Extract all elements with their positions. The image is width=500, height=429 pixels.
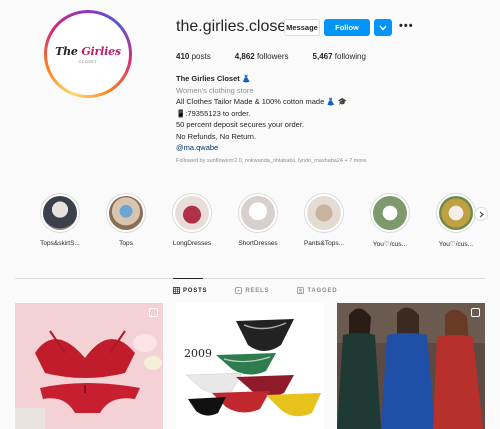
profile-avatar[interactable]: The Girlies CLOSET <box>44 10 132 98</box>
avatar-inner: The Girlies CLOSET <box>47 13 129 95</box>
bio-line1-row: All Clothes Tailor Made & 100% cotton ma… <box>176 96 366 108</box>
graduation-cap-icon: 🎓 <box>337 97 348 106</box>
post-thumbnail[interactable] <box>337 303 485 429</box>
highlight-item[interactable]: You♡/cus... <box>358 193 422 248</box>
dress-icon: 👗 <box>241 74 252 83</box>
highlight-thumbnail <box>175 196 209 230</box>
highlight-thumbnail <box>307 196 341 230</box>
posts-stat[interactable]: 410 posts <box>176 52 211 61</box>
highlight-label: You♡/cus... <box>372 241 408 248</box>
highlight-thumbnail <box>373 196 407 230</box>
tag-icon <box>297 287 305 294</box>
tab-label: TAGGED <box>307 287 338 294</box>
tab-posts[interactable]: POSTS <box>173 287 207 294</box>
grid-icon <box>173 287 180 294</box>
highlight-item[interactable]: Pants&Tops... <box>292 193 356 248</box>
highlights-next-button[interactable] <box>474 207 488 221</box>
highlight-item[interactable]: Tops&skirtS... <box>28 193 92 248</box>
profile-stats: 410 posts 4,862 followers 5,467 followin… <box>176 52 390 61</box>
highlight-item[interactable]: Tops <box>94 193 158 248</box>
reels-icon <box>235 287 243 294</box>
followed-by[interactable]: Followed by sunflowerrr2.0, nokwanda_nhl… <box>176 157 366 165</box>
post-image <box>15 303 163 429</box>
highlight-label: You♡/cus... <box>438 241 474 248</box>
highlight-ring <box>106 193 146 233</box>
tab-label: REELS <box>245 287 270 294</box>
highlight-ring <box>304 193 344 233</box>
highlight-label: LongDresses <box>172 240 212 247</box>
multi-post-icon <box>310 308 319 317</box>
post-thumbnail[interactable]: 2009 <box>176 303 324 429</box>
message-button[interactable]: Message <box>284 19 320 36</box>
tab-tagged[interactable]: TAGGED <box>297 287 337 294</box>
post-overlay-text: 2009 <box>184 347 212 360</box>
bio-line4: No Refunds, No Return. <box>176 131 257 141</box>
chevron-down-icon <box>379 25 387 31</box>
highlight-ring <box>436 193 476 233</box>
highlight-ring <box>172 193 212 233</box>
highlight-label: Tops <box>119 240 133 247</box>
brand-logo: The Girlies CLOSET <box>50 16 126 92</box>
tabs-divider <box>15 278 485 279</box>
follow-button[interactable]: Follow <box>324 19 370 36</box>
highlight-thumbnail <box>439 196 473 230</box>
highlight-thumbnail <box>109 196 143 230</box>
multi-post-icon <box>149 308 158 317</box>
followers-label: followers <box>254 52 289 61</box>
highlight-ring <box>370 193 410 233</box>
logo-subtext: CLOSET <box>78 58 98 64</box>
highlight-thumbnail <box>241 196 275 230</box>
bio-line1: All Clothes Tailor Made & 100% cotton ma… <box>176 97 325 106</box>
profile-tabs: POSTS REELS TAGGED <box>173 287 365 294</box>
highlight-label: Pants&Tops... <box>303 240 345 247</box>
following-stat[interactable]: 5,467 following <box>313 52 366 61</box>
highlight-label: ShortDresses <box>238 240 278 247</box>
suggested-dropdown-button[interactable] <box>374 19 392 36</box>
highlight-ring <box>238 193 278 233</box>
highlight-label: Tops&skirtS... <box>40 240 80 247</box>
followers-count: 4,862 <box>234 52 255 61</box>
profile-bio: The Girlies Closet 👗 Women's clothing st… <box>176 73 366 165</box>
posts-count: 410 <box>176 52 190 61</box>
post-thumbnail[interactable] <box>15 303 163 429</box>
bio-line3: 50 percent deposit secures your order. <box>176 120 304 129</box>
following-count: 5,467 <box>312 52 333 61</box>
active-tab-indicator <box>173 278 203 279</box>
highlight-item[interactable]: ShortDresses <box>226 193 290 248</box>
chevron-right-icon <box>479 211 484 217</box>
bio-name-line: The Girlies Closet 👗 <box>176 73 366 85</box>
more-options-icon[interactable]: ••• <box>399 20 414 32</box>
logo-text-b: Girlies <box>81 44 121 58</box>
highlight-thumbnail <box>43 196 77 230</box>
tab-label: POSTS <box>183 287 208 294</box>
posts-label: posts <box>189 52 211 61</box>
following-label: following <box>332 52 366 61</box>
post-image <box>176 303 324 429</box>
logo-text: The Girlies <box>55 45 121 58</box>
profile-username: the.girlies.closet <box>176 18 291 35</box>
multi-post-icon <box>471 308 480 317</box>
dress-icon: 👗 <box>326 97 336 106</box>
tab-reels[interactable]: REELS <box>235 287 269 294</box>
highlight-ring <box>40 193 80 233</box>
bio-mention-link[interactable]: @ma.qwabe <box>176 142 366 154</box>
bio-name: The Girlies Closet <box>176 74 240 83</box>
post-image <box>337 303 485 429</box>
story-highlights: Tops&skirtS... Tops LongDresses ShortDre… <box>28 193 490 248</box>
logo-text-a: The <box>55 44 82 58</box>
highlight-item[interactable]: LongDresses <box>160 193 224 248</box>
bio-category: Women's clothing store <box>176 85 254 95</box>
followers-stat[interactable]: 4,862 followers <box>235 52 289 61</box>
bio-line2: 📱:79355123 to order. <box>176 108 251 118</box>
